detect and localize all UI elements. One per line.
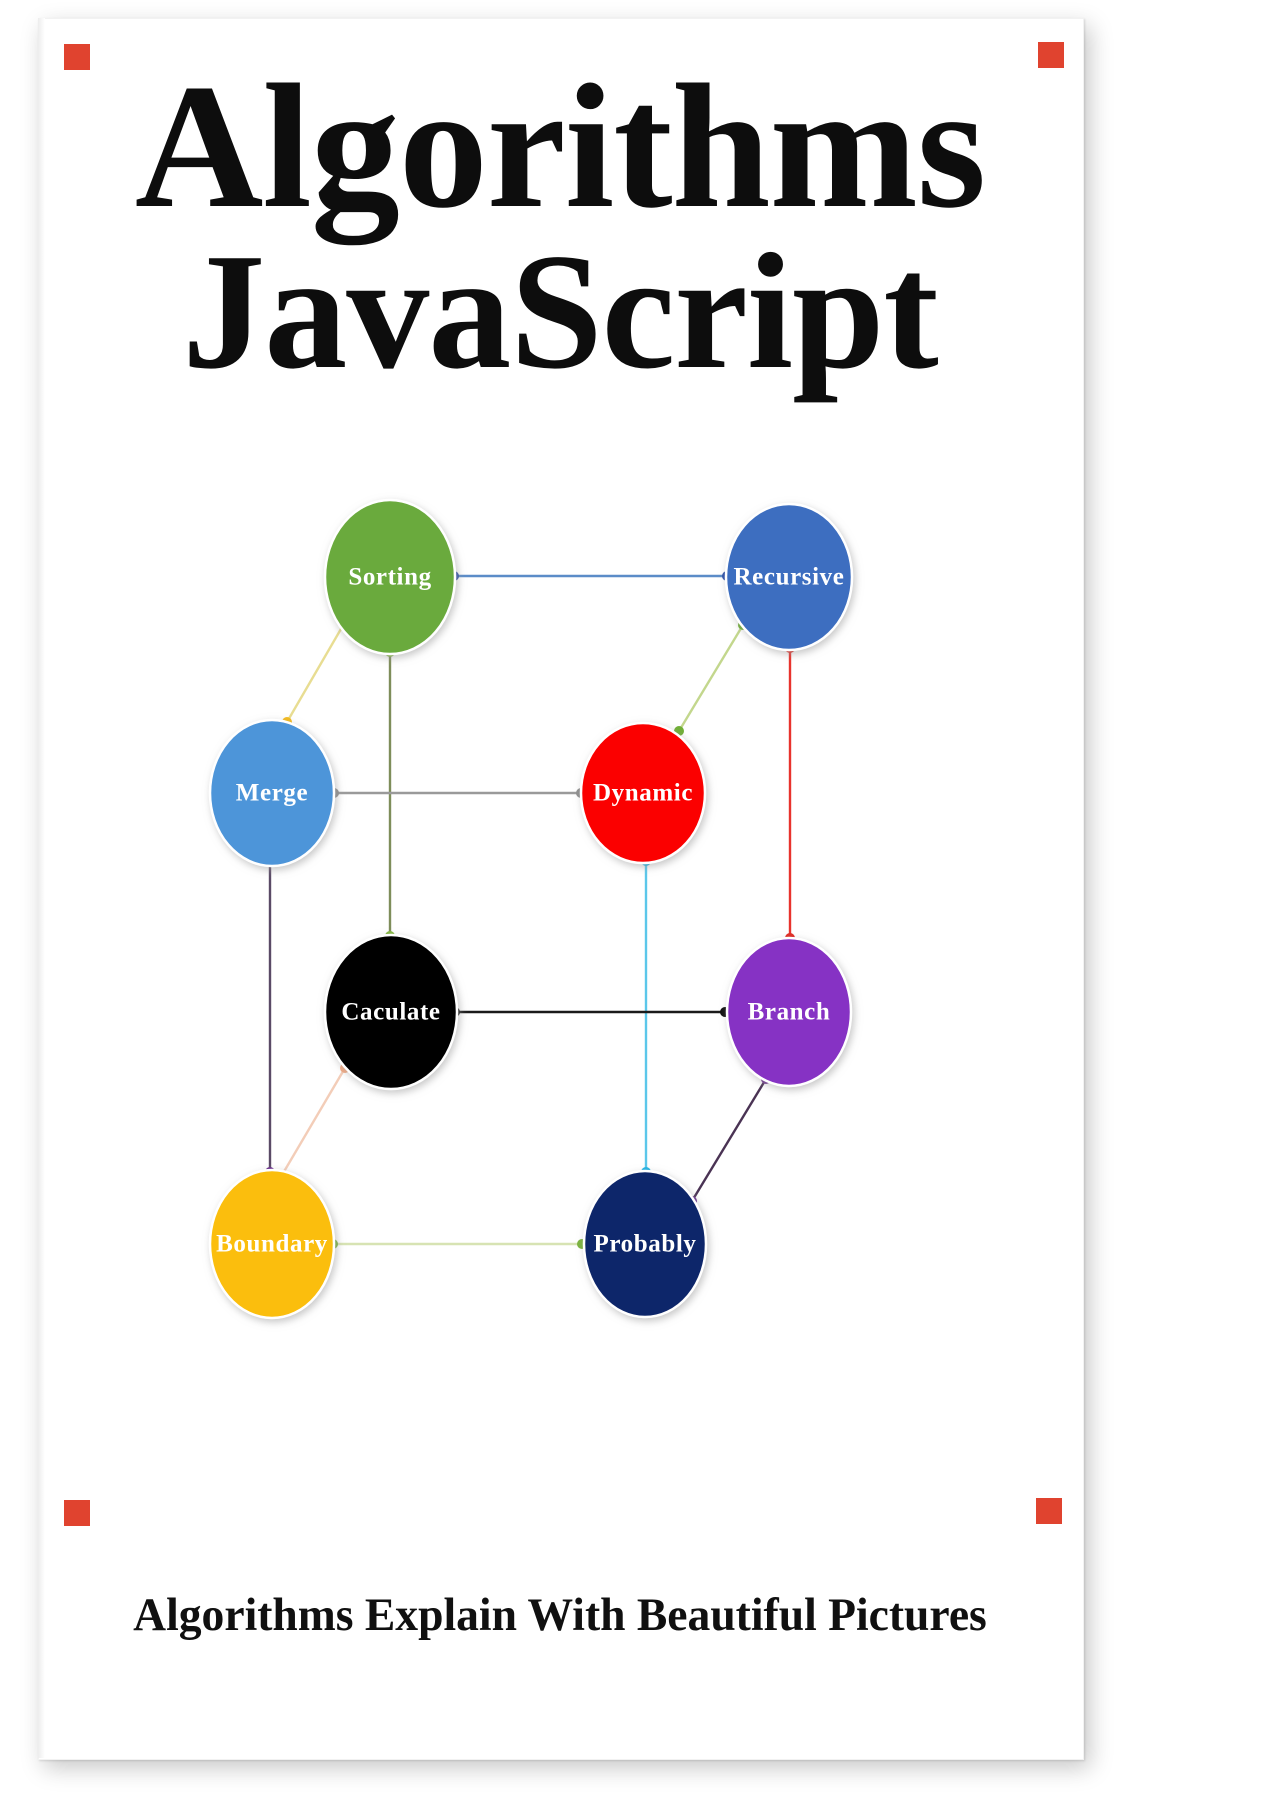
cover-title-primary: Algorithms <box>134 47 986 245</box>
cover-title-block: Algorithms JavaScript <box>70 47 1050 403</box>
corner-marker-bottom-right <box>1036 1498 1062 1524</box>
cover-tagline: Algorithms Explain With Beautiful Pictur… <box>133 1589 987 1641</box>
book-cover-page: Algorithms JavaScript Sorting Recursive Me… <box>0 0 1280 1810</box>
corner-marker-bottom-left <box>64 1500 90 1526</box>
cover-sheet-left-edge <box>38 18 45 1758</box>
cover-title-secondary: JavaScript <box>182 218 938 403</box>
